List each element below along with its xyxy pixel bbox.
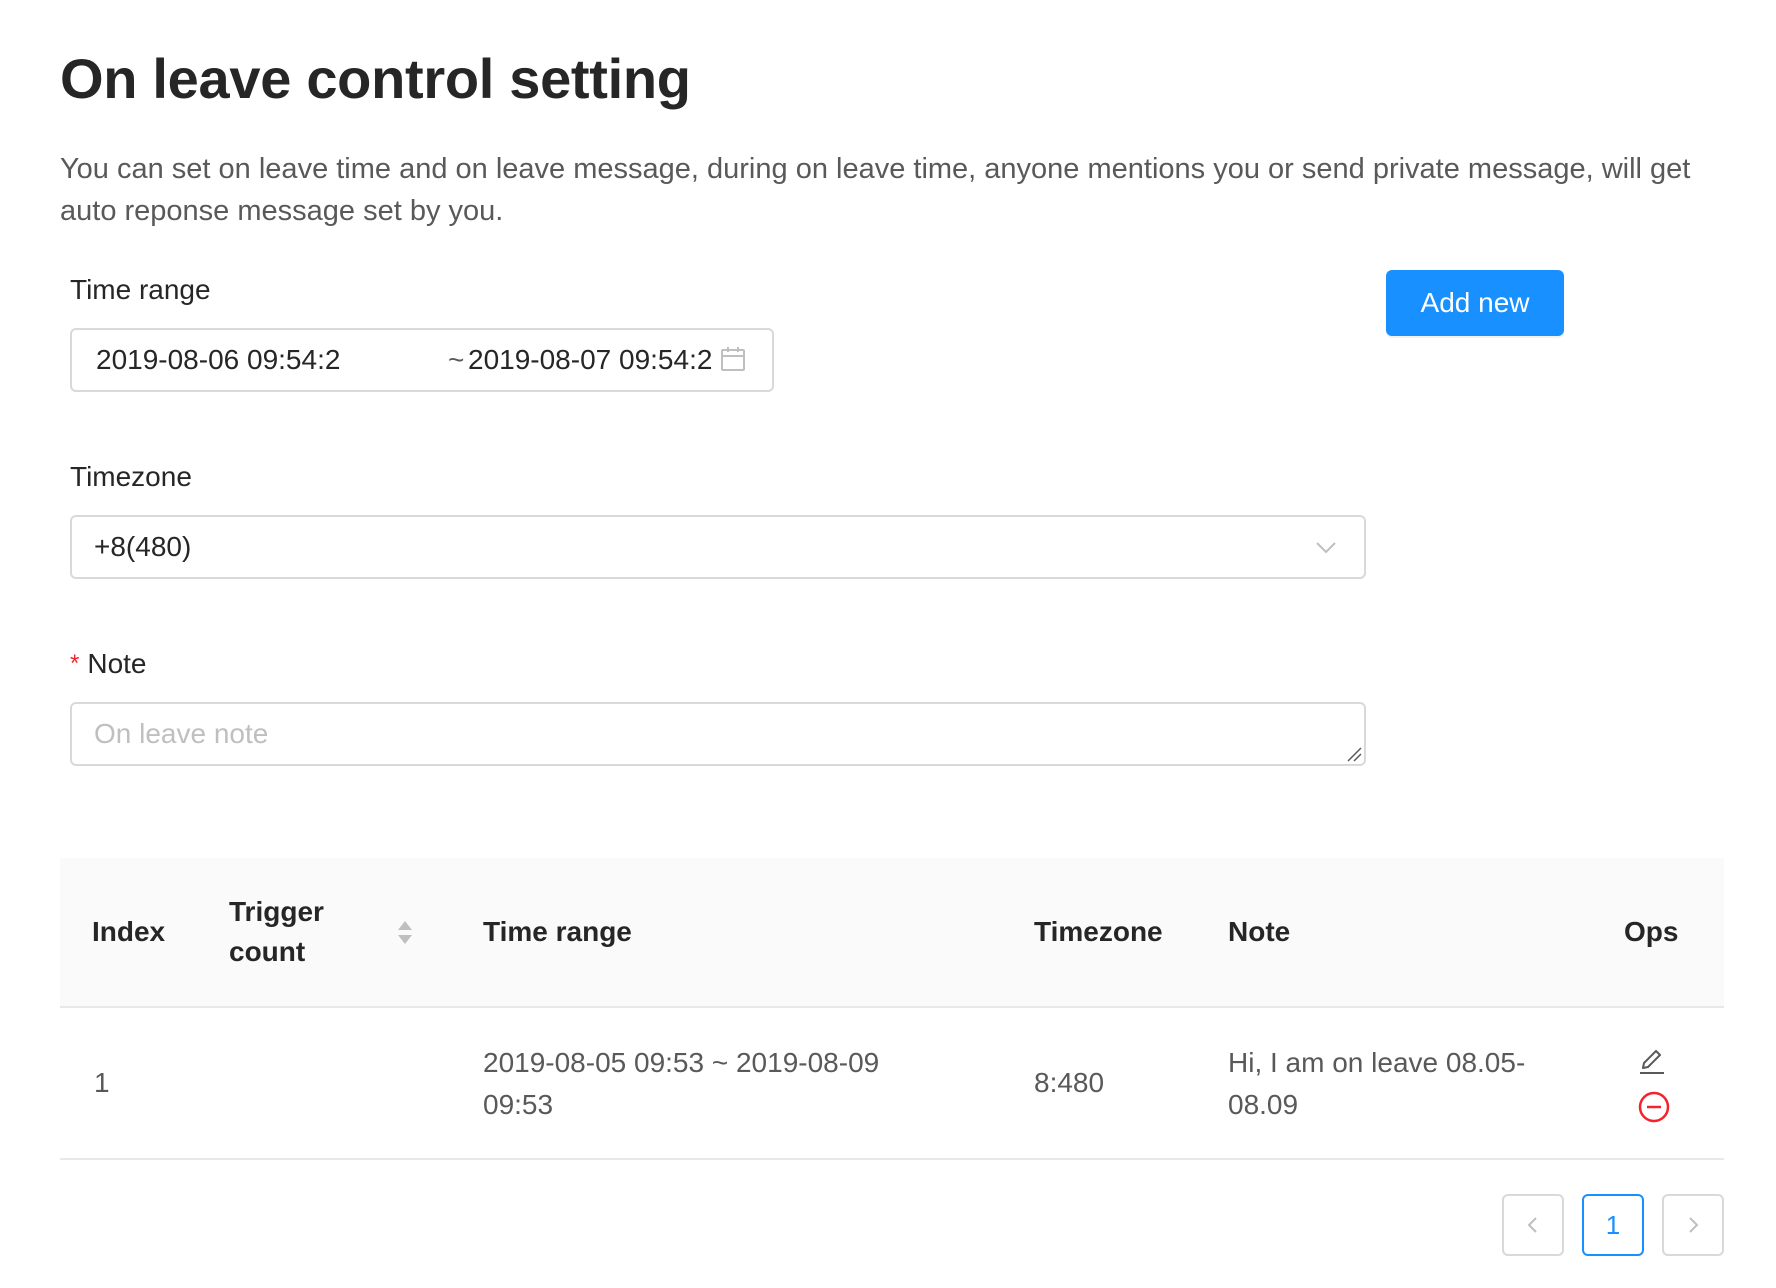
note-textarea[interactable]: On leave note (70, 702, 1366, 766)
row-timezone: 8:480 (1034, 1067, 1105, 1098)
column-header-note: Note (1228, 916, 1291, 947)
row-time-range: 2019-08-05 09:53 ~ 2019-08-09 09:53 (483, 1047, 880, 1120)
sort-icon[interactable] (396, 918, 414, 948)
row-index: 1 (94, 1067, 110, 1098)
table-header: Index Trigger count Time range Timezone … (60, 858, 1724, 1008)
timezone-label: Timezone (70, 461, 192, 492)
note-placeholder: On leave note (94, 718, 269, 749)
column-header-index: Index (92, 916, 166, 947)
resize-handle-icon[interactable] (1346, 746, 1362, 762)
edit-icon[interactable] (1637, 1046, 1667, 1076)
next-page-button[interactable] (1662, 1194, 1724, 1256)
note-label: * Note (70, 646, 147, 682)
column-header-trigger-count[interactable]: Trigger count (229, 892, 349, 972)
page-button-1[interactable]: 1 (1582, 1194, 1644, 1256)
timezone-value: +8(480) (94, 531, 192, 562)
timezone-select[interactable]: +8(480) (70, 515, 1366, 579)
note-label-text: Note (87, 648, 147, 679)
row-note: Hi, I am on leave 08.05-08.09 (1228, 1047, 1526, 1120)
delete-icon[interactable] (1637, 1090, 1671, 1124)
range-separator: ~ (448, 344, 465, 375)
chevron-down-icon (1316, 542, 1336, 554)
chevron-left-icon (1527, 1217, 1537, 1233)
add-new-button[interactable]: Add new (1386, 270, 1564, 336)
page-title: On leave control setting (60, 47, 691, 110)
range-end-input[interactable]: 2019-08-07 09:54:2 (468, 330, 712, 390)
chevron-right-icon (1689, 1217, 1699, 1233)
table-row: 1 2019-08-05 09:53 ~ 2019-08-09 09:53 8:… (60, 1008, 1724, 1160)
required-mark: * (70, 650, 80, 677)
page-description: You can set on leave time and on leave m… (60, 153, 1691, 227)
prev-page-button[interactable] (1502, 1194, 1564, 1256)
calendar-icon (721, 347, 745, 371)
range-start-input[interactable]: 2019-08-06 09:54:2 (96, 330, 340, 390)
time-range-label: Time range (70, 274, 211, 305)
column-header-time-range: Time range (483, 916, 632, 947)
column-header-timezone: Timezone (1034, 916, 1163, 947)
time-range-picker[interactable]: 2019-08-06 09:54:2 ~ 2019-08-07 09:54:2 (70, 328, 774, 392)
column-header-ops: Ops (1624, 916, 1679, 947)
